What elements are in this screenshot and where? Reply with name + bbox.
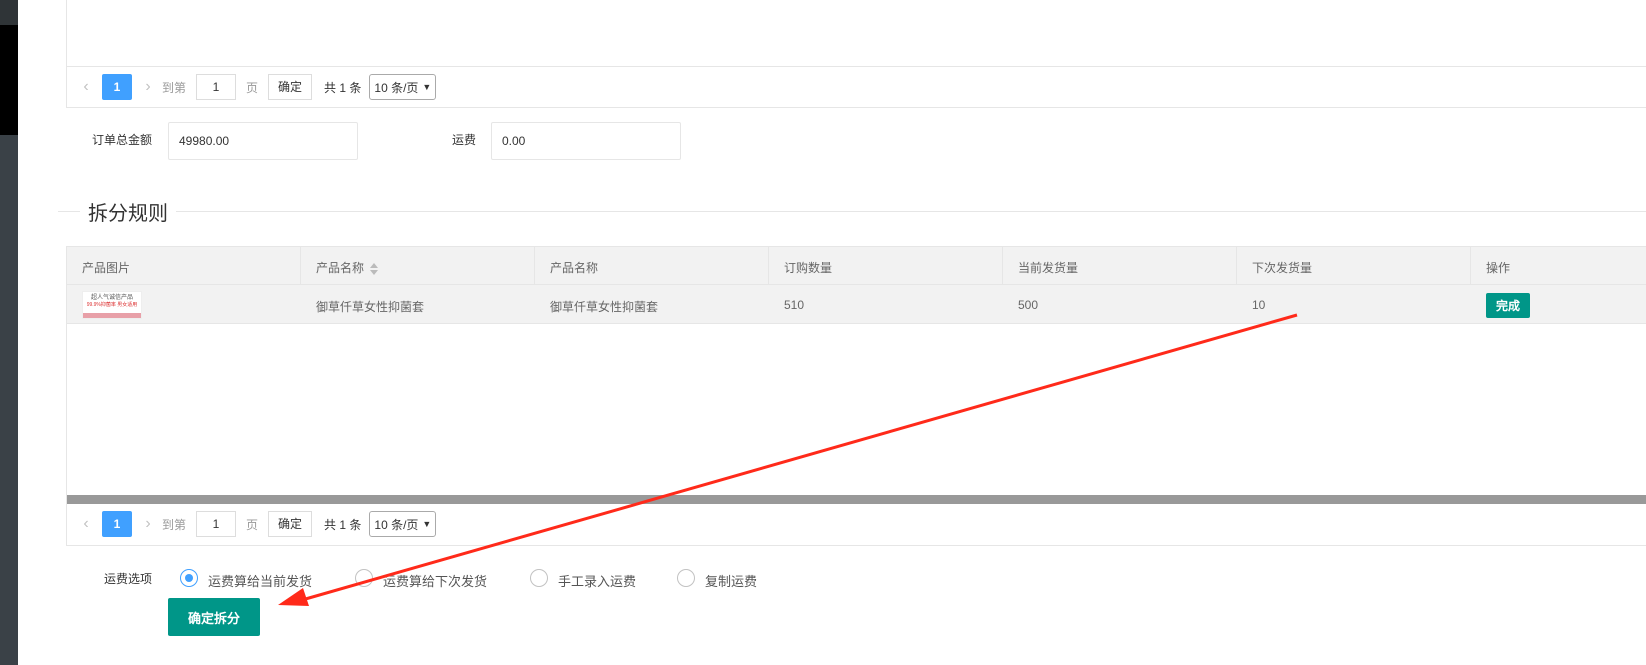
annotation-arrow-head: [278, 588, 309, 606]
annotation-arrow-line: [294, 313, 1298, 604]
annotation-arrow: [278, 313, 1298, 606]
